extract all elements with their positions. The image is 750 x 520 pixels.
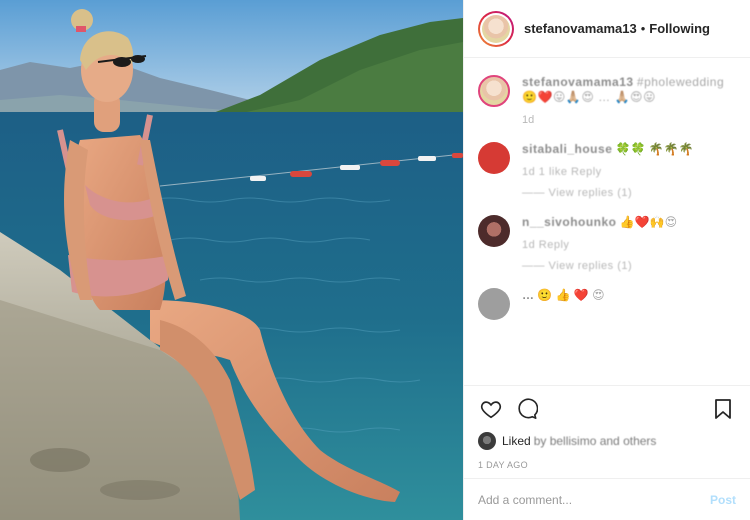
comment-meta[interactable]: 1d 1 like Reply [522,165,736,180]
comment-author[interactable]: stefanovamama13 [522,75,634,89]
author-avatar[interactable] [478,10,514,47]
post-sidebar: stefanovamama13 • Following stefanovamam… [463,0,750,520]
author-username[interactable]: stefanovamama13 [524,21,637,36]
comments-list[interactable]: stefanovamama13 #pholewedding 🙂❤️😛🙏🏼😍 … … [464,59,750,385]
liked-label: Liked [502,434,531,448]
caption-avatar[interactable] [478,75,510,107]
list-item: … 🙂 👍 ❤️ 😍 [478,288,736,320]
comment-author[interactable]: n__sivohounko [522,215,617,229]
heart-icon[interactable] [478,396,504,422]
add-comment-bar: Post [464,478,750,520]
list-item: n__sivohounko 👍❤️🙌😍 1d Reply —— View rep… [478,215,736,274]
view-replies-link[interactable]: —— View replies (1) [522,186,736,201]
post-header: stefanovamama13 • Following [464,0,750,58]
post-photo[interactable] [0,0,463,520]
view-replies-link[interactable]: —— View replies (1) [522,259,736,274]
comment-text: 🍀🍀 🌴🌴🌴 [615,142,694,156]
bookmark-icon[interactable] [710,396,736,422]
post-button[interactable]: Post [710,493,736,507]
comment-meta: 1d [522,114,535,126]
post-actions: Liked by bellisimo and others 1 DAY AGO [464,385,750,470]
caption-comment: stefanovamama13 #pholewedding 🙂❤️😛🙏🏼😍 … … [478,75,736,128]
comment-meta[interactable]: 1d Reply [522,238,736,253]
comment-author[interactable]: … [522,288,534,302]
comment-author[interactable]: sitabali_house [522,142,612,156]
comment-icon[interactable] [514,396,540,422]
liker-avatar[interactable] [478,432,496,450]
commenter-avatar[interactable] [478,215,510,247]
commenter-avatar[interactable] [478,142,510,174]
list-item: sitabali_house 🍀🍀 🌴🌴🌴 1d 1 like Reply ——… [478,142,736,201]
comment-input[interactable] [478,492,710,507]
post-timestamp[interactable]: 1 DAY AGO [478,460,736,470]
commenter-avatar[interactable] [478,288,510,320]
comment-text: 🙂 👍 ❤️ 😍 [537,288,605,302]
photo-scene [0,0,463,520]
following-button[interactable]: Following [649,21,710,36]
likes-summary[interactable]: Liked by bellisimo and others [478,432,736,450]
comment-text: 👍❤️🙌😍 [619,215,678,229]
header-separator: • [640,21,646,36]
likers-link[interactable]: by bellisimo and others [534,434,657,448]
action-icons [478,396,736,422]
